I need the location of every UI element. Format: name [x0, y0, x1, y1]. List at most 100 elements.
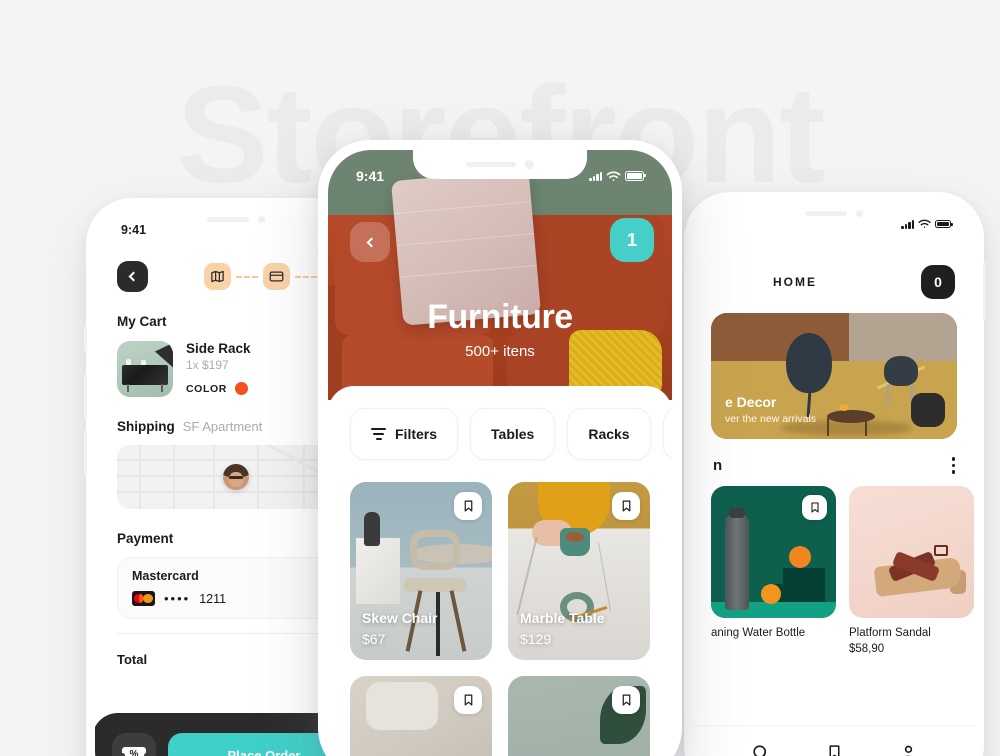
category-screen: 1 Furniture 500+ itens 9:41 Filters Tabl…: [328, 150, 672, 756]
product-name: aning Water Bottle: [711, 627, 806, 639]
statusbar-time: 9:41: [356, 168, 385, 184]
banner-chair-2: [883, 355, 918, 386]
signal-icon: [589, 171, 602, 181]
phone-side-button-volume-down[interactable]: [84, 430, 87, 476]
screenshot-stage: Storefront 9:41 My Cart Side Rack 1x $19…: [0, 0, 1000, 756]
hero-title: Furniture: [427, 298, 573, 336]
home-screen: 9:41 HOME 0: [693, 201, 975, 756]
cart-badge-button[interactable]: 1: [610, 218, 654, 262]
kebab-menu-icon[interactable]: [951, 457, 955, 474]
category-phone: 1 Furniture 500+ itens 9:41 Filters Tabl…: [318, 140, 682, 756]
payment-step-button[interactable]: [263, 263, 290, 290]
chip-filters[interactable]: Filters: [350, 408, 459, 460]
chip-tables[interactable]: Tables: [470, 408, 556, 460]
product-grid: Skew Chair $67 Marble Table $129: [328, 460, 672, 756]
wifi-icon: [918, 219, 931, 228]
back-button[interactable]: [350, 222, 390, 262]
promo-glyph: %: [129, 749, 139, 756]
chip-chairs[interactable]: Ch: [662, 408, 672, 460]
credit-card-icon: [269, 271, 284, 282]
product-price: $58,90: [849, 643, 885, 655]
filter-icon: [371, 428, 386, 440]
banner-title: e Decor: [725, 394, 777, 410]
notch-speaker: [206, 217, 249, 222]
tab-search[interactable]: [751, 743, 770, 756]
thumb-leg-left: [127, 384, 129, 392]
bookmark-button[interactable]: [612, 686, 640, 714]
product-image: [849, 486, 974, 618]
product-card[interactable]: [508, 676, 650, 756]
cart-item-qty-price: 1x $197: [186, 358, 229, 372]
section-title: n: [713, 457, 723, 474]
bookmark-icon: [464, 500, 472, 512]
cart-badge-button[interactable]: 0: [921, 265, 955, 299]
card-number-row: •••• 1211: [132, 591, 340, 606]
thumb-rack: [122, 365, 168, 385]
shipping-label: Shipping: [117, 419, 175, 434]
bookmark-button[interactable]: [612, 492, 640, 520]
phone-side-button-power[interactable]: [983, 262, 986, 320]
product-thumbnail: [117, 341, 173, 397]
banner-subtitle: ver the new arrivals: [725, 413, 817, 425]
chevron-left-icon: [366, 237, 376, 247]
bookmark-button[interactable]: [454, 492, 482, 520]
category-sheet: Filters Tables Racks Ch: [328, 386, 672, 756]
bookmark-button[interactable]: [802, 495, 827, 520]
home-header: HOME 0: [693, 255, 975, 299]
product-card[interactable]: Skew Chair $67: [350, 482, 492, 660]
chevron-left-icon: [128, 271, 139, 282]
filter-chip-row: Filters Tables Racks Ch: [328, 408, 672, 460]
product-card[interactable]: [350, 676, 492, 756]
card-last4: 1211: [199, 591, 227, 606]
product-name: Skew Chair: [362, 610, 438, 626]
home-section-header: n: [693, 439, 975, 474]
color-label: COLOR: [186, 382, 227, 395]
cart-item-name: Side Rack: [186, 341, 251, 356]
color-swatch[interactable]: [234, 382, 248, 395]
list-item[interactable]: aning Water Bottle: [711, 486, 836, 655]
avatar: [223, 464, 249, 490]
product-name: Marble Table: [520, 610, 605, 626]
banner-text: e Decor ver the new arrivals: [725, 394, 816, 425]
banner-table: [826, 409, 875, 423]
cart-item-color-row[interactable]: COLOR: [186, 382, 251, 395]
bookmark-icon: [622, 500, 630, 512]
tab-saved[interactable]: [826, 743, 843, 756]
list-item[interactable]: Platform Sandal $58,90: [849, 486, 974, 655]
promo-banner[interactable]: e Decor ver the new arrivals: [711, 313, 957, 439]
phone-notch: [761, 201, 907, 226]
map-icon: [211, 270, 224, 283]
map-step-button[interactable]: [204, 263, 231, 290]
notch-camera: [257, 215, 266, 224]
thumb-leg-right: [161, 384, 163, 392]
phone-notch: [162, 207, 310, 232]
bottom-tabbar: [693, 725, 975, 756]
phone-notch: [413, 150, 587, 179]
phone-side-button-volume-up[interactable]: [84, 374, 87, 420]
promo-button[interactable]: %: [112, 733, 156, 756]
bookmark-button[interactable]: [454, 686, 482, 714]
banner-action-button[interactable]: [911, 393, 945, 427]
page-title: HOME: [773, 275, 817, 289]
tab-profile[interactable]: [899, 743, 918, 756]
chip-label: Filters: [395, 426, 438, 442]
product-card[interactable]: Marble Table $129: [508, 482, 650, 660]
back-button[interactable]: [117, 261, 148, 292]
person-icon: [903, 745, 912, 756]
search-icon: [752, 744, 766, 756]
chip-racks[interactable]: Racks: [567, 408, 651, 460]
bookmark-icon: [464, 694, 472, 706]
notch-camera: [525, 160, 534, 169]
notch-camera: [855, 209, 864, 218]
step-connector: [236, 275, 258, 278]
chip-label: Racks: [588, 426, 630, 442]
total-label: Total: [117, 652, 148, 667]
signal-icon: [901, 219, 914, 229]
product-price: $129: [520, 631, 552, 647]
notch-speaker: [804, 211, 847, 216]
mastercard-icon: [132, 591, 155, 606]
battery-icon: [935, 220, 953, 228]
home-product-row: aning Water Bottle Platform Sandal $58,9…: [693, 474, 975, 655]
phone-side-button-silent[interactable]: [84, 326, 87, 352]
product-price: $67: [362, 631, 386, 647]
